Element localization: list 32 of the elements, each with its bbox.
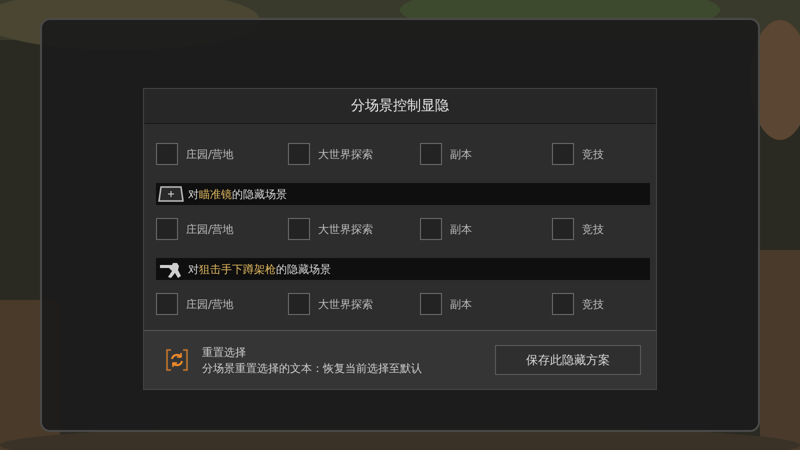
option-label: 竞技 bbox=[582, 146, 604, 162]
option-label: 竞技 bbox=[582, 222, 604, 236]
reset-description: 分场景重置选择的文本：恢复当前选择至默认 bbox=[202, 360, 423, 376]
option-label: 副本 bbox=[450, 222, 472, 236]
scope-icon bbox=[158, 186, 184, 202]
checkbox[interactable] bbox=[552, 218, 574, 240]
checkbox[interactable] bbox=[288, 293, 310, 315]
checkbox[interactable] bbox=[552, 293, 574, 315]
save-button[interactable]: 保存此隐藏方案 bbox=[495, 345, 641, 375]
checkbox[interactable] bbox=[288, 218, 310, 240]
section-title: 对瞄准镜的隐藏场景 bbox=[188, 186, 287, 202]
reset-icon[interactable] bbox=[166, 349, 188, 371]
checkbox[interactable] bbox=[156, 218, 178, 240]
checkbox[interactable] bbox=[156, 293, 178, 315]
checkbox[interactable] bbox=[420, 293, 442, 315]
checkbox[interactable] bbox=[288, 143, 310, 165]
option-label: 大世界探索 bbox=[318, 296, 373, 312]
option-label: 副本 bbox=[450, 296, 472, 312]
checkbox[interactable] bbox=[420, 143, 442, 165]
option-label: 大世界探索 bbox=[318, 222, 373, 236]
option-label: 大世界探索 bbox=[318, 146, 373, 162]
option-label: 副本 bbox=[450, 146, 472, 162]
option-label: 庄园/营地 bbox=[186, 222, 234, 236]
checkbox[interactable] bbox=[552, 143, 574, 165]
option-label: 竞技 bbox=[582, 296, 604, 312]
option-label: 庄园/营地 bbox=[186, 296, 234, 312]
checkbox[interactable] bbox=[156, 143, 178, 165]
option-label: 庄园/营地 bbox=[186, 146, 234, 162]
section-title: 对狙击手下蹲架枪的隐藏场景 bbox=[188, 262, 331, 276]
dialog-title: 分场景控制显隐 bbox=[144, 89, 656, 124]
checkbox[interactable] bbox=[420, 218, 442, 240]
reset-title: 重置选择 bbox=[202, 344, 247, 360]
